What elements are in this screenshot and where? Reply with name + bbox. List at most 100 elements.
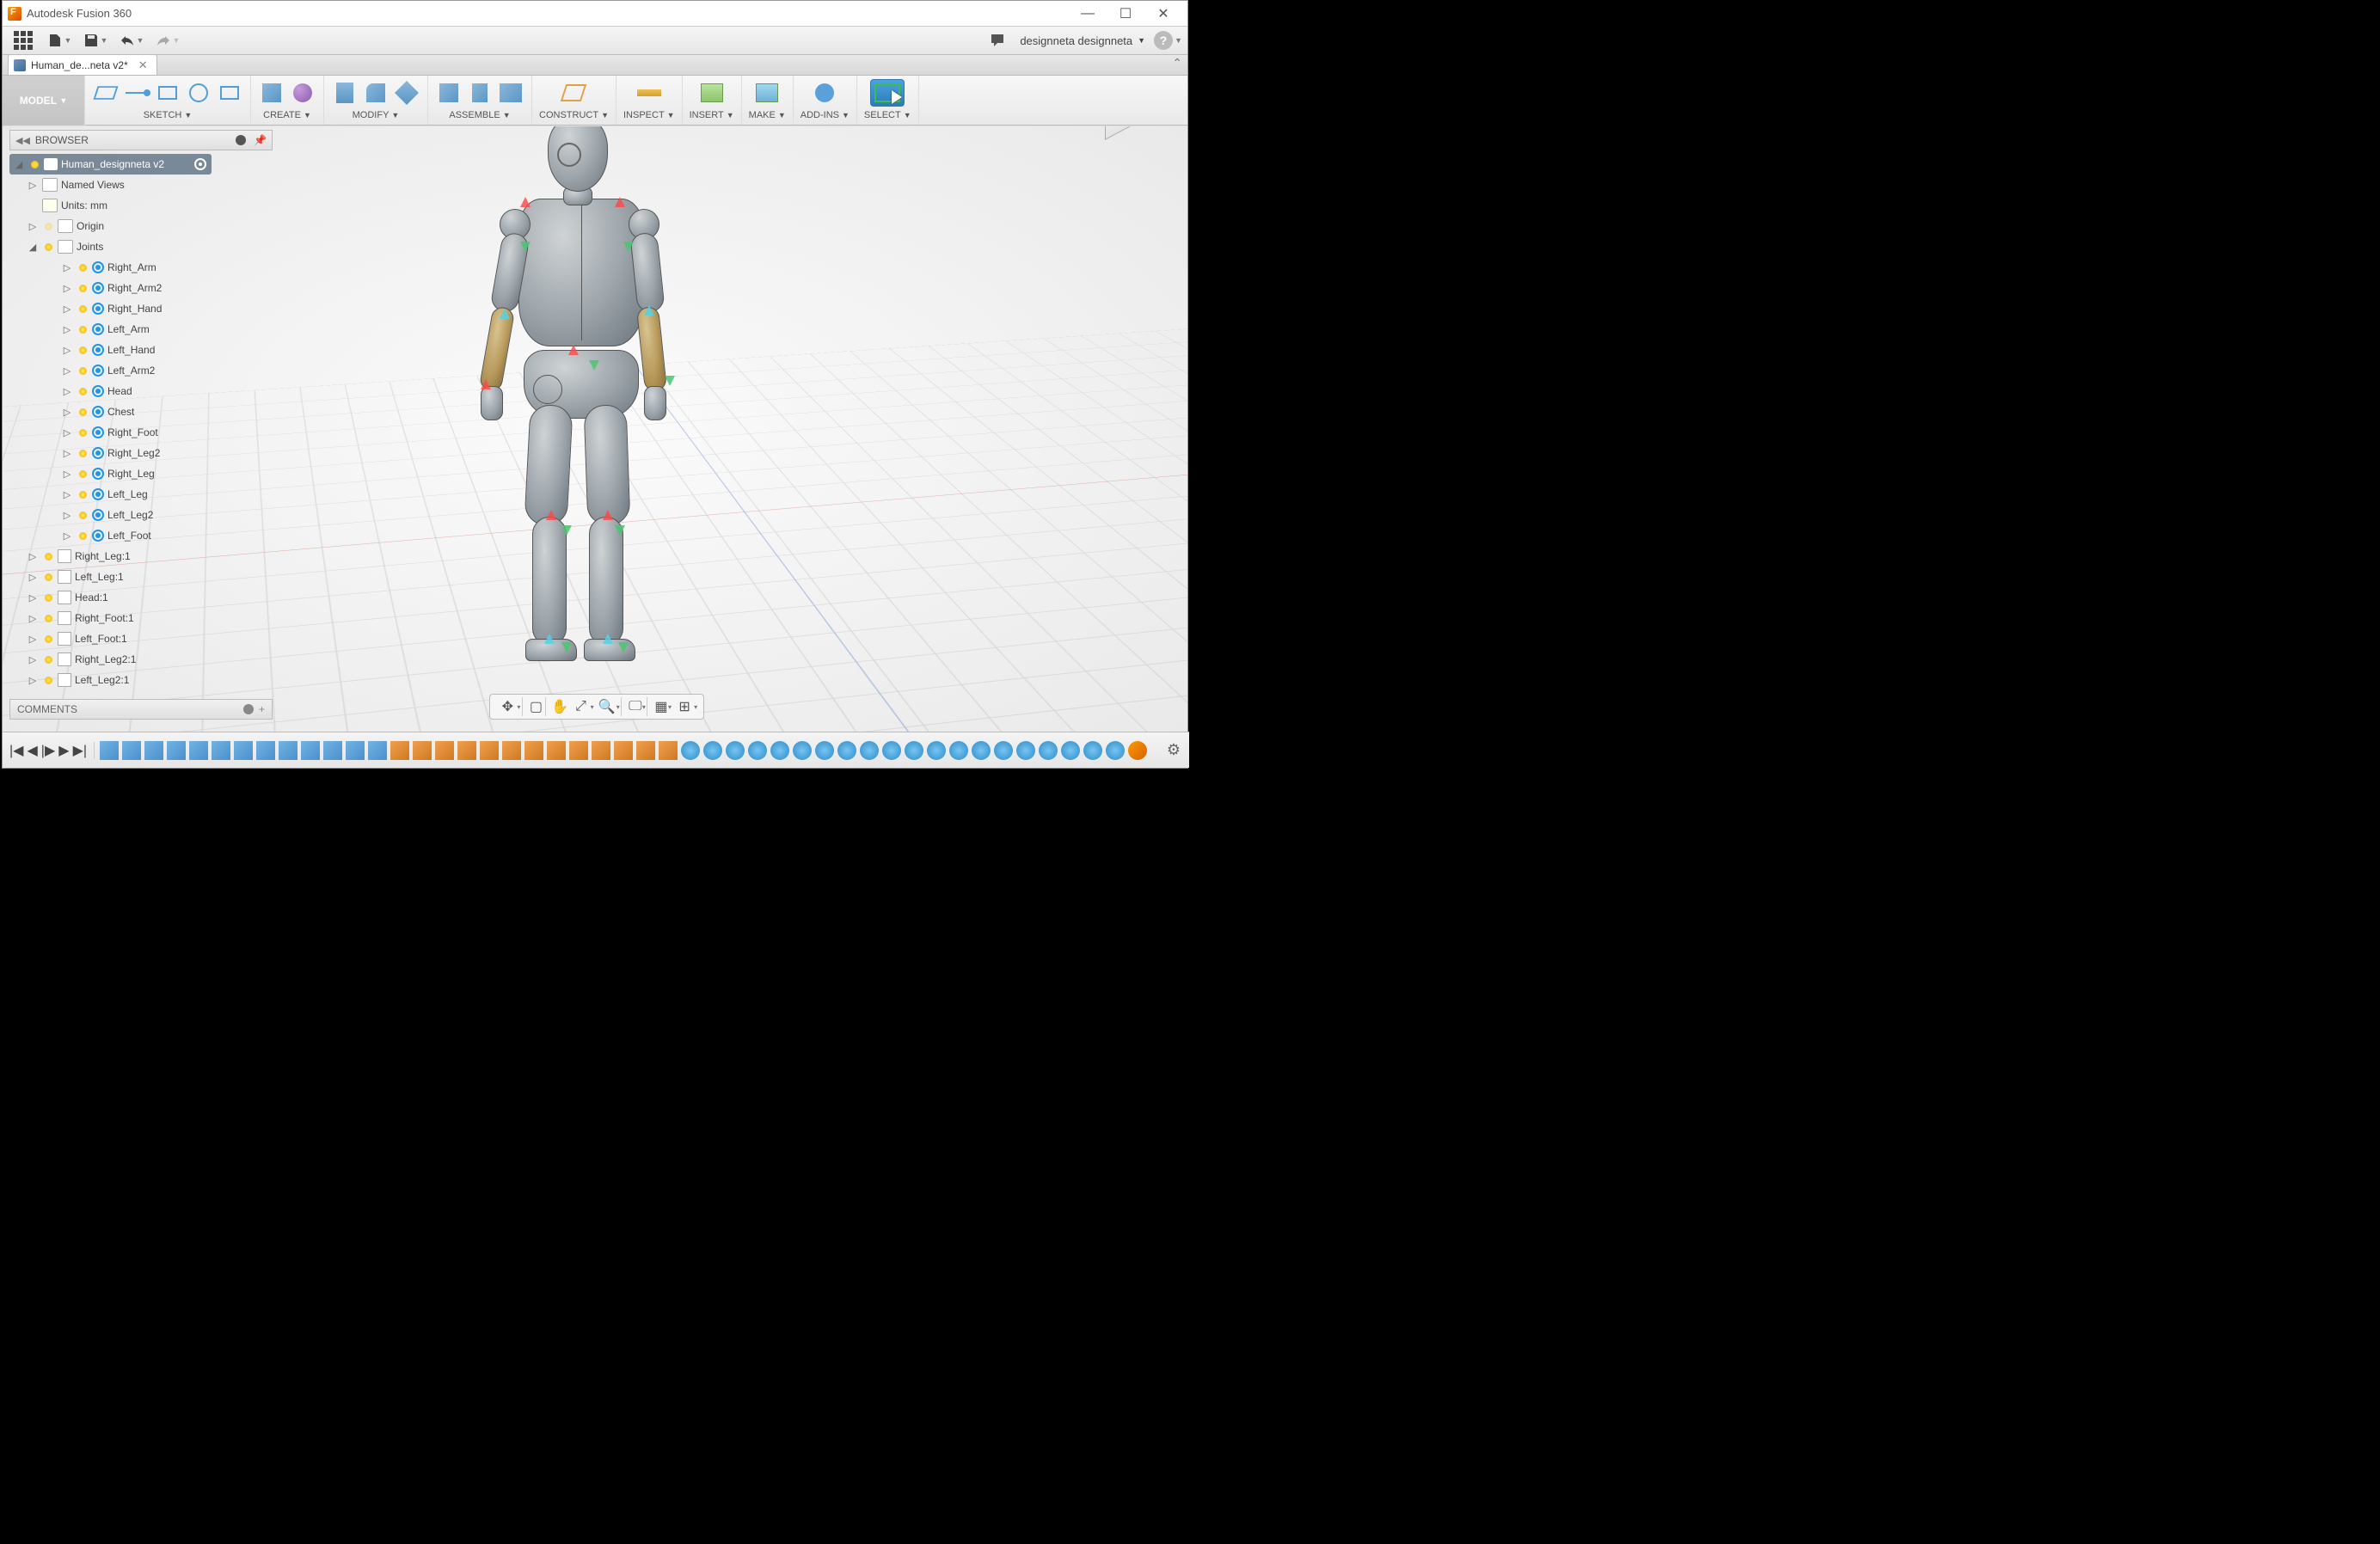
tree-units[interactable]: Units: mm bbox=[9, 195, 273, 216]
tree-joint-item[interactable]: ▷Right_Arm bbox=[9, 257, 273, 278]
create-sketch-button[interactable] bbox=[92, 79, 120, 107]
expand-tabs-icon[interactable]: ⌃ bbox=[1172, 56, 1182, 70]
app-grid-button[interactable] bbox=[8, 29, 39, 52]
ribbon-assemble-label[interactable]: ASSEMBLE▼ bbox=[449, 108, 510, 122]
timeline-op[interactable] bbox=[212, 741, 230, 760]
timeline-op[interactable] bbox=[256, 741, 275, 760]
timeline-op[interactable] bbox=[524, 741, 543, 760]
timeline-op[interactable] bbox=[569, 741, 588, 760]
timeline-op[interactable] bbox=[681, 741, 700, 760]
tree-component-item[interactable]: ▷Left_Leg:1 bbox=[9, 567, 273, 587]
construct-plane-button[interactable] bbox=[560, 79, 587, 107]
timeline-op[interactable] bbox=[100, 741, 119, 760]
select-button[interactable] bbox=[870, 79, 905, 107]
timeline-op[interactable] bbox=[793, 741, 812, 760]
record-icon[interactable] bbox=[194, 158, 206, 170]
ribbon-make-label[interactable]: MAKE▼ bbox=[749, 108, 786, 122]
timeline-op[interactable] bbox=[592, 741, 610, 760]
tree-component-item[interactable]: ▷Left_Foot:1 bbox=[9, 628, 273, 649]
ribbon-create-label[interactable]: CREATE▼ bbox=[263, 108, 311, 122]
timeline-op[interactable] bbox=[726, 741, 745, 760]
tree-joint-item[interactable]: ▷Left_Arm2 bbox=[9, 360, 273, 381]
grid-settings-button[interactable]: ▦ bbox=[647, 697, 669, 716]
user-menu[interactable]: designneta designneta▼ bbox=[1020, 34, 1145, 47]
part-right-shin[interactable] bbox=[589, 517, 623, 646]
redo-button[interactable]: ▼ bbox=[152, 29, 183, 52]
shell-button[interactable] bbox=[393, 79, 420, 107]
timeline-play-button[interactable]: |▶ bbox=[41, 742, 55, 759]
tree-joint-item[interactable]: ▷Head bbox=[9, 381, 273, 401]
press-pull-button[interactable] bbox=[331, 79, 359, 107]
timeline-op[interactable] bbox=[927, 741, 946, 760]
timeline-op[interactable] bbox=[390, 741, 409, 760]
job-status-icon[interactable] bbox=[984, 29, 1015, 52]
part-chest[interactable] bbox=[518, 199, 644, 346]
create-form-button[interactable] bbox=[289, 79, 316, 107]
tree-joint-item[interactable]: ▷Left_Leg2 bbox=[9, 505, 273, 525]
tree-component-item[interactable]: ▷Right_Foot:1 bbox=[9, 608, 273, 628]
window-maximize-button[interactable]: ☐ bbox=[1107, 1, 1144, 27]
timeline-op[interactable] bbox=[346, 741, 365, 760]
tree-joint-item[interactable]: ▷Right_Leg bbox=[9, 463, 273, 484]
timeline-op[interactable] bbox=[905, 741, 923, 760]
timeline-op[interactable] bbox=[837, 741, 856, 760]
timeline-op[interactable] bbox=[301, 741, 320, 760]
tree-component-item[interactable]: ▷Right_Leg2:1 bbox=[9, 649, 273, 670]
timeline-op[interactable] bbox=[122, 741, 141, 760]
make-3dprint-button[interactable] bbox=[753, 79, 781, 107]
tree-component-item[interactable]: ▷Left_Leg2:1 bbox=[9, 670, 273, 690]
timeline-op[interactable] bbox=[547, 741, 566, 760]
tree-joint-item[interactable]: ▷Left_Hand bbox=[9, 340, 273, 360]
timeline-op[interactable] bbox=[1016, 741, 1035, 760]
tree-root[interactable]: ◢ Human_designneta v2 bbox=[9, 154, 212, 175]
timeline-op[interactable] bbox=[1083, 741, 1102, 760]
as-built-joint-button[interactable] bbox=[497, 79, 524, 107]
comments-add-icon[interactable]: + bbox=[259, 703, 265, 715]
tree-joint-item[interactable]: ▷Right_Hand bbox=[9, 298, 273, 319]
timeline-marker-end[interactable] bbox=[1128, 741, 1147, 760]
timeline-op[interactable] bbox=[323, 741, 342, 760]
timeline-op[interactable] bbox=[480, 741, 499, 760]
part-right-thigh[interactable] bbox=[584, 404, 631, 526]
tree-origin[interactable]: ▷Origin bbox=[9, 216, 273, 236]
tree-joint-item[interactable]: ▷Chest bbox=[9, 401, 273, 422]
create-box-button[interactable] bbox=[258, 79, 285, 107]
timeline-op[interactable] bbox=[502, 741, 521, 760]
ribbon-modify-label[interactable]: MODIFY▼ bbox=[353, 108, 400, 122]
ribbon-construct-label[interactable]: CONSTRUCT▼ bbox=[539, 108, 609, 122]
timeline-op[interactable] bbox=[748, 741, 767, 760]
display-settings-button[interactable]: 🖵 bbox=[621, 697, 643, 716]
tree-joint-item[interactable]: ▷Right_Arm2 bbox=[9, 278, 273, 298]
timeline-operations[interactable] bbox=[95, 741, 1158, 760]
save-button[interactable]: ▼ bbox=[80, 29, 111, 52]
comments-panel-header[interactable]: COMMENTS + bbox=[9, 699, 273, 720]
timeline-op[interactable] bbox=[659, 741, 678, 760]
timeline-op[interactable] bbox=[368, 741, 387, 760]
tree-joint-item[interactable]: ▷Left_Arm bbox=[9, 319, 273, 340]
view-cube[interactable]: BACK LEFT bbox=[1110, 126, 1170, 137]
document-tab[interactable]: Human_de...neta v2* ✕ bbox=[8, 54, 157, 75]
sketch-line-button[interactable] bbox=[123, 79, 150, 107]
timeline-op[interactable] bbox=[815, 741, 834, 760]
tree-component-item[interactable]: ▷Head:1 bbox=[9, 587, 273, 608]
timeline-op[interactable] bbox=[234, 741, 253, 760]
part-left-shin[interactable] bbox=[532, 517, 567, 646]
ribbon-addins-label[interactable]: ADD-INS▼ bbox=[800, 108, 850, 122]
timeline-op[interactable] bbox=[994, 741, 1013, 760]
fit-button[interactable]: 🔍 bbox=[595, 697, 617, 716]
timeline-op[interactable] bbox=[144, 741, 163, 760]
window-close-button[interactable]: ✕ bbox=[1144, 1, 1182, 27]
timeline-op[interactable] bbox=[636, 741, 655, 760]
timeline-start-button[interactable]: |◀ bbox=[9, 742, 23, 759]
fillet-button[interactable] bbox=[362, 79, 390, 107]
timeline-op[interactable] bbox=[1061, 741, 1080, 760]
tree-joint-item[interactable]: ▷Right_Foot bbox=[9, 422, 273, 443]
help-button[interactable]: ? bbox=[1154, 31, 1173, 50]
timeline-next-button[interactable]: ▶ bbox=[58, 742, 69, 759]
close-tab-button[interactable]: ✕ bbox=[138, 58, 148, 72]
viewports-button[interactable]: ⊞ bbox=[673, 697, 696, 716]
orbit-button[interactable]: ✥ bbox=[496, 697, 518, 716]
timeline-op[interactable] bbox=[435, 741, 454, 760]
sketch-circle-button[interactable] bbox=[185, 79, 212, 107]
timeline-op[interactable] bbox=[189, 741, 208, 760]
